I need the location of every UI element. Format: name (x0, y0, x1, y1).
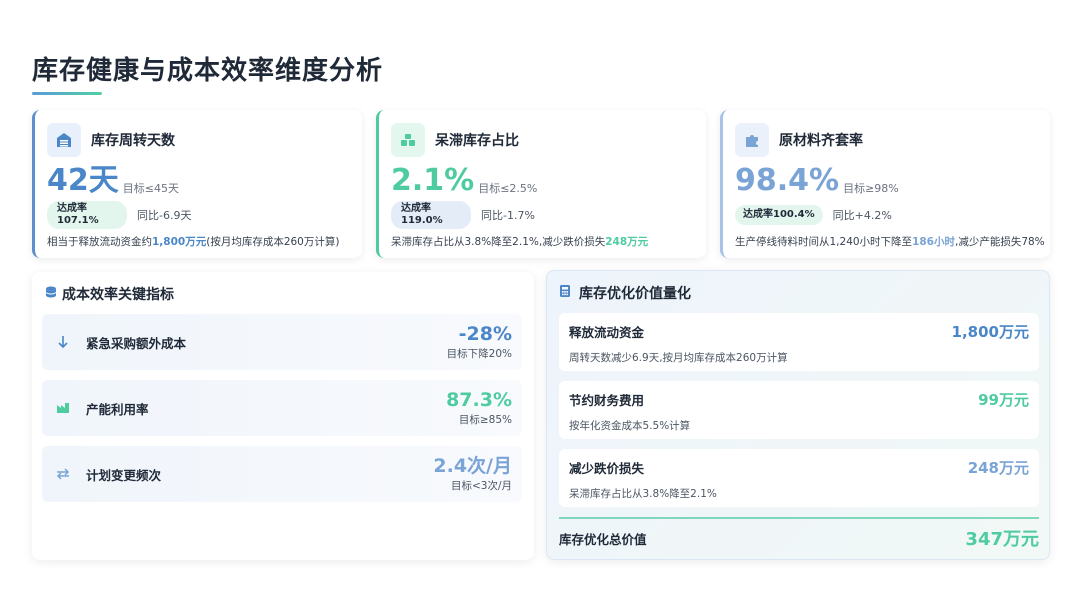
note-highlight: 1,800万元 (152, 236, 207, 248)
achievement-rate-badge: 达成率100.4% (735, 205, 823, 225)
value-description: 按年化资金成本5.5%计算 (569, 420, 691, 432)
yoy-change: 同比-6.9天 (137, 209, 192, 222)
panel-title: 库存优化价值量化 (559, 283, 1037, 303)
metric-label: 计划变更频次 (86, 467, 162, 483)
title-underline (32, 92, 102, 95)
value-description: 呆滞库存占比从3.8%降至2.1% (569, 488, 717, 500)
total-row: 库存优化总价值 347万元 (559, 525, 1039, 551)
value-card-released-capital: 释放流动资金 1,800万元 周转天数减少6.9天,按月均库存成本260万计算 (559, 313, 1039, 371)
boxes-icon (391, 123, 425, 157)
value-quantification-panel: 库存优化价值量化 释放流动资金 1,800万元 周转天数减少6.9天,按月均库存… (546, 270, 1050, 560)
metric-target: 目标≥85% (458, 414, 512, 426)
metric-label: 紧急采购额外成本 (86, 335, 187, 351)
total-value: 347万元 (965, 529, 1039, 550)
value-card-depreciation-loss: 减少跌价损失 248万元 呆滞库存占比从3.8%降至2.1% (559, 449, 1039, 507)
metric-row-plan-change-frequency: 计划变更频次 2.4次/月 目标<3次/月 (42, 446, 522, 502)
coins-icon (44, 285, 62, 303)
arrow-down-icon (52, 335, 74, 349)
value-label: 节约财务费用 (569, 393, 645, 408)
note-text: 生产停线待料时间从1,240小时下降至 (735, 236, 913, 248)
kpi-card-material-kit-rate: 原材料齐套率 98.4% 目标≥98% 达成率100.4% 同比+4.2% 生产… (720, 110, 1050, 258)
rate-label: 达成率 (57, 203, 87, 214)
value-amount: 248万元 (967, 459, 1029, 477)
note-text: ,减少产能损失78% (954, 236, 1045, 248)
achievement-rate-badge: 达成率 119.0% (391, 201, 471, 229)
rate-label: 达成率 (401, 203, 431, 214)
cost-efficiency-panel: 成本效率关键指标 紧急采购额外成本 -28% 目标下降20% 产能利用率 87.… (32, 272, 534, 560)
metric-row-capacity-utilization: 产能利用率 87.3% 目标≥85% (42, 380, 522, 436)
value-card-financial-savings: 节约财务费用 99万元 按年化资金成本5.5%计算 (559, 381, 1039, 439)
value-description: 周转天数减少6.9天,按月均库存成本260万计算 (569, 352, 788, 364)
metric-value: 87.3% (446, 389, 512, 411)
page-title: 库存健康与成本效率维度分析 (32, 56, 384, 86)
metric-label: 产能利用率 (86, 401, 149, 417)
metric-target: 目标<3次/月 (450, 480, 512, 492)
calculator-icon (559, 284, 575, 302)
yoy-change: 同比+4.2% (832, 209, 892, 222)
kpi-card-turnover-days: 库存周转天数 42天 目标≤45天 达成率 107.1% 同比-6.9天 相当于… (32, 110, 362, 258)
note-text: 相当于释放流动资金约 (47, 236, 152, 248)
note-highlight: 248万元 (605, 236, 649, 248)
metric-value: -28% (458, 323, 512, 345)
panel-title: 成本效率关键指标 (44, 284, 522, 304)
kpi-title: 库存周转天数 (91, 133, 175, 149)
note-text: 呆滞库存占比从3.8%降至2.1%,减少跌价损失 (391, 236, 606, 248)
kpi-target: 目标≤45天 (122, 182, 179, 195)
factory-icon (52, 402, 74, 414)
achievement-rate-badge: 达成率 107.1% (47, 201, 127, 229)
warehouse-icon (47, 123, 81, 157)
panel-title-text: 库存优化价值量化 (579, 286, 691, 302)
value-amount: 1,800万元 (951, 323, 1029, 341)
kpi-target: 目标≤2.5% (478, 182, 538, 195)
total-divider (559, 517, 1039, 519)
kpi-title: 原材料齐套率 (779, 133, 863, 149)
metric-value: 2.4次/月 (433, 455, 512, 477)
panel-title-text: 成本效率关键指标 (62, 287, 174, 303)
value-label: 减少跌价损失 (569, 461, 645, 476)
kpi-target: 目标≥98% (843, 182, 899, 195)
rate-value: 107.1% (57, 215, 99, 226)
kpi-note: 相当于释放流动资金约1,800万元(按月均库存成本260万计算) (47, 234, 350, 249)
puzzle-icon (735, 123, 769, 157)
metric-target: 目标下降20% (446, 348, 512, 360)
note-text: (按月均库存成本260万计算) (206, 236, 340, 248)
value-amount: 99万元 (978, 391, 1029, 409)
yoy-change: 同比-1.7% (481, 209, 535, 222)
kpi-card-stagnant-inventory: 呆滞库存占比 2.1% 目标≤2.5% 达成率 119.0% 同比-1.7% 呆… (376, 110, 706, 258)
metric-row-emergency-purchase: 紧急采购额外成本 -28% 目标下降20% (42, 314, 522, 370)
kpi-value: 2.1% (391, 163, 475, 198)
kpi-note: 生产停线待料时间从1,240小时下降至186小时,减少产能损失78% (735, 234, 1045, 249)
kpi-title: 呆滞库存占比 (435, 133, 519, 149)
value-label: 释放流动资金 (569, 325, 645, 340)
rate-value: 119.0% (401, 215, 443, 226)
kpi-value: 42天 (47, 163, 119, 198)
total-label: 库存优化总价值 (559, 531, 647, 547)
exchange-icon (52, 468, 74, 480)
note-highlight: 186小时 (912, 236, 955, 248)
kpi-note: 呆滞库存占比从3.8%降至2.1%,减少跌价损失248万元 (391, 234, 694, 249)
kpi-value: 98.4% (735, 163, 840, 198)
